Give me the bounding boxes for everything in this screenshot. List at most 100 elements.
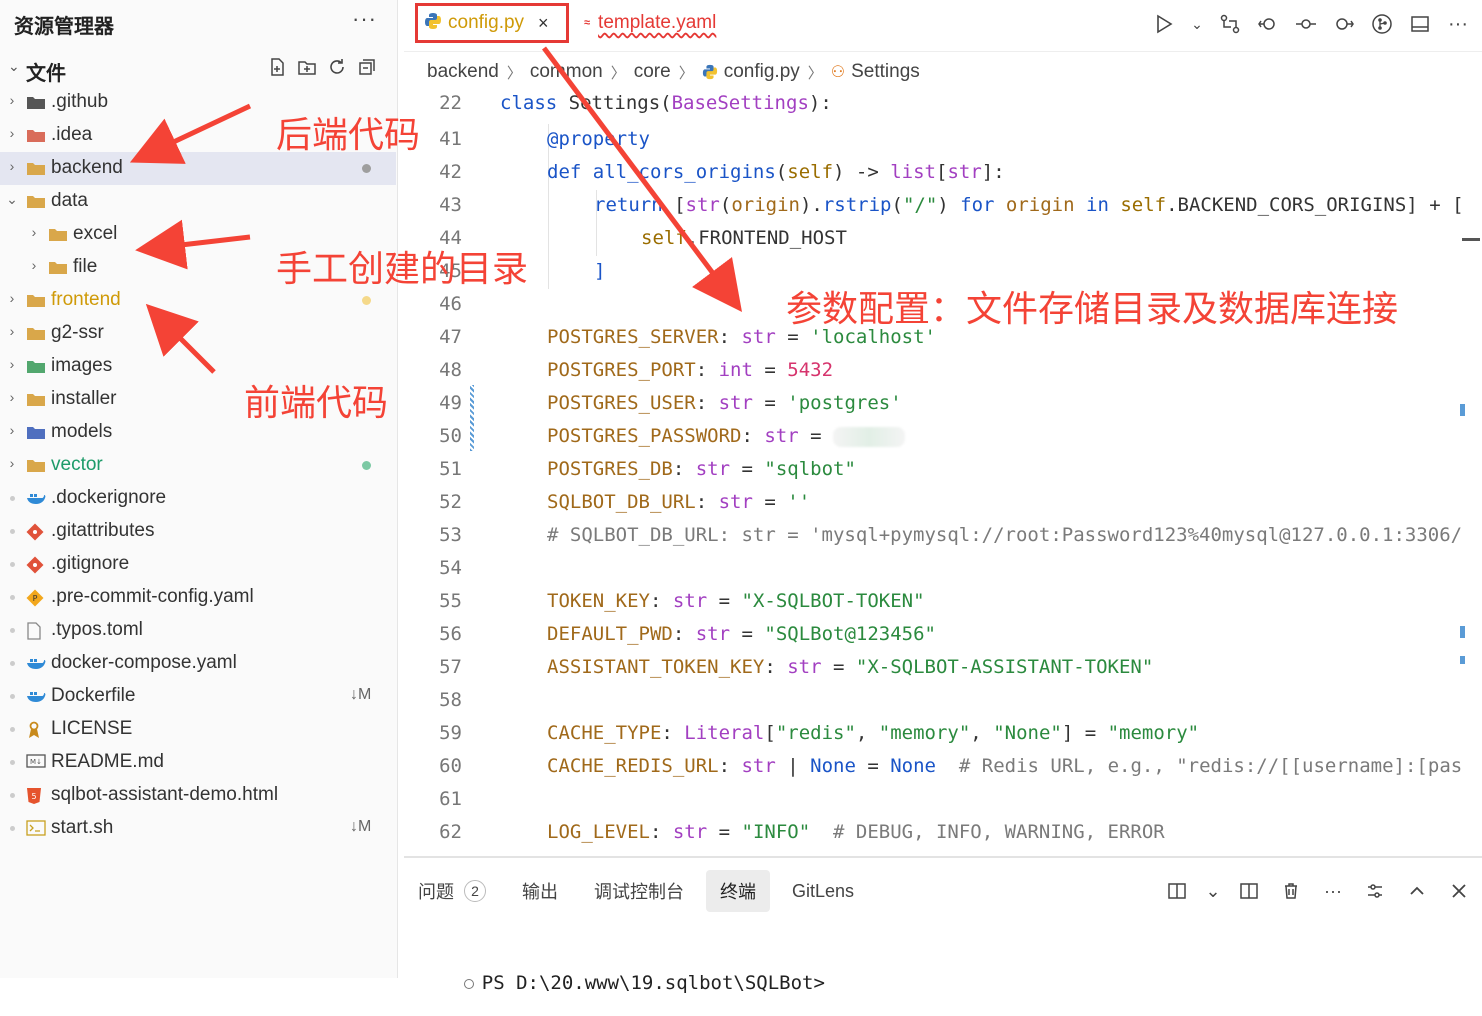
- code-token: str: [741, 755, 776, 777]
- code-token: ) ->: [833, 161, 891, 183]
- commit-icon[interactable]: [1294, 10, 1318, 38]
- code-line[interactable]: 54: [404, 553, 1482, 586]
- breadcrumb-item[interactable]: config.py: [724, 61, 800, 83]
- folder-icon: [26, 424, 45, 440]
- code-line[interactable]: 56 DEFAULT_PWD: str = "SQLBot@123456": [404, 619, 1482, 652]
- tree-item-label: g2-ssr: [51, 322, 104, 343]
- breadcrumb-item[interactable]: backend: [427, 61, 499, 83]
- file-license[interactable]: LICENSE: [0, 713, 396, 746]
- timeline-back-icon[interactable]: [1256, 10, 1280, 38]
- more-actions-icon[interactable]: ···: [352, 6, 377, 32]
- compare-changes-icon[interactable]: [1218, 10, 1242, 38]
- tab-label: config.py: [448, 12, 525, 33]
- close-icon[interactable]: ×: [538, 13, 549, 34]
- code-line[interactable]: 50 POSTGRES_PASSWORD: str =: [404, 421, 1482, 454]
- code-token: =: [730, 458, 765, 480]
- run-icon[interactable]: [1152, 10, 1176, 38]
- code-line[interactable]: 44 self.FRONTEND_HOST: [404, 223, 1482, 256]
- file-gitignore[interactable]: .gitignore: [0, 548, 396, 581]
- code-line[interactable]: 22 class Settings(BaseSettings):: [404, 88, 1482, 121]
- refresh-icon[interactable]: [326, 56, 348, 78]
- code-line[interactable]: 48 POSTGRES_PORT: int = 5432: [404, 355, 1482, 388]
- gitlens-graph-icon[interactable]: [1370, 10, 1394, 38]
- code-line[interactable]: 53 # SQLBOT_DB_URL: str = 'mysql+pymysql:…: [404, 520, 1482, 553]
- code-line[interactable]: 62 LOG_LEVEL: str = "INFO" # DEBUG, INFO,…: [404, 817, 1482, 850]
- file-pre-commit-config-yaml[interactable]: P .pre-commit-config.yaml: [0, 581, 396, 614]
- code-text: SQLBOT_DB_URL: str = '': [547, 491, 810, 513]
- terminal-layout-icon[interactable]: [1164, 878, 1190, 904]
- tab-template-yaml[interactable]: ≈ template.yaml: [584, 3, 716, 43]
- file-typos-toml[interactable]: .typos.toml: [0, 614, 396, 647]
- trash-icon[interactable]: [1278, 878, 1304, 904]
- line-number: 53: [439, 524, 462, 546]
- split-editor-icon[interactable]: [1408, 10, 1432, 38]
- tab-config-py[interactable]: config.py ×: [415, 3, 569, 43]
- more-actions-icon[interactable]: ···: [1446, 10, 1470, 38]
- close-panel-icon[interactable]: [1446, 878, 1472, 904]
- breadcrumb-item[interactable]: common: [530, 61, 603, 83]
- folder-g2-ssr[interactable]: › g2-ssr: [0, 317, 396, 350]
- code-line[interactable]: 52 SQLBOT_DB_URL: str = '': [404, 487, 1482, 520]
- file-readme-md[interactable]: M↓ README.md: [0, 746, 396, 779]
- code-line[interactable]: 41 @property: [404, 124, 1482, 157]
- docker-icon: [26, 490, 46, 506]
- panel-tab[interactable]: GitLens: [778, 873, 868, 910]
- code-token: =: [821, 656, 856, 678]
- new-file-icon[interactable]: [266, 56, 288, 78]
- file-start-sh[interactable]: start.sh ↓M: [0, 812, 396, 845]
- code-line[interactable]: 58: [404, 685, 1482, 718]
- code-token: :: [695, 491, 719, 513]
- more-actions-icon[interactable]: ···: [1320, 878, 1346, 904]
- code-line[interactable]: 51 POSTGRES_DB: str = "sqlbot": [404, 454, 1482, 487]
- panel-settings-icon[interactable]: [1362, 878, 1388, 904]
- bullet-icon: [10, 595, 15, 600]
- file-gitattributes[interactable]: .gitattributes: [0, 515, 396, 548]
- files-section-header[interactable]: ⌄ 文件: [0, 56, 398, 85]
- timeline-forward-icon[interactable]: [1332, 10, 1356, 38]
- code-token: str: [764, 425, 799, 447]
- maximize-panel-icon[interactable]: [1404, 878, 1430, 904]
- code-token: BaseSettings: [671, 92, 809, 114]
- tree-item-label: .dockerignore: [51, 487, 167, 508]
- code-token: "memory": [878, 722, 971, 744]
- file-dockerfile[interactable]: Dockerfile ↓M: [0, 680, 396, 713]
- code-token: str: [695, 458, 731, 480]
- chevron-down-icon[interactable]: ⌄: [1205, 878, 1220, 904]
- files-section-title: 文件: [26, 63, 66, 85]
- overview-ruler-marker: [1462, 238, 1480, 241]
- code-line[interactable]: 49 POSTGRES_USER: str = 'postgres': [404, 388, 1482, 421]
- panel-tab[interactable]: 调试控制台: [580, 870, 698, 912]
- code-token: =: [752, 392, 788, 414]
- annotation-config: 参数配置：文件存储目录及数据库连接: [786, 289, 1399, 330]
- file-docker-compose-yaml[interactable]: docker-compose.yaml: [0, 647, 396, 680]
- panel-tab[interactable]: 终端: [706, 870, 770, 912]
- chevron-down-icon: ⌄: [8, 58, 20, 74]
- code-line[interactable]: 57 ASSISTANT_TOKEN_KEY: str = "X-SQLBOT-A…: [404, 652, 1482, 685]
- code-line[interactable]: 43 return [str(origin).rstrip("/") for or…: [404, 190, 1482, 223]
- panel-tab[interactable]: 输出: [508, 870, 572, 912]
- breadcrumb-item[interactable]: core: [634, 61, 671, 83]
- code-token: str: [672, 821, 708, 843]
- split-terminal-icon[interactable]: [1236, 878, 1262, 904]
- code-line[interactable]: 61: [404, 784, 1482, 817]
- line-number: 51: [439, 458, 462, 480]
- code-line[interactable]: 59 CACHE_TYPE: Literal["redis", "memory",…: [404, 718, 1482, 751]
- code-token: =: [707, 821, 742, 843]
- terminal-output[interactable]: PS D:\20.www\19.sqlbot\SQLBot>: [418, 950, 825, 1016]
- code-text: @property: [547, 128, 650, 150]
- code-line[interactable]: 55 TOKEN_KEY: str = "X-SQLBOT-TOKEN": [404, 586, 1482, 619]
- file-sqlbot-assistant-demo-html[interactable]: 5 sqlbot-assistant-demo.html: [0, 779, 396, 812]
- new-folder-icon[interactable]: [296, 56, 318, 78]
- folder-vector[interactable]: › vector: [0, 449, 396, 482]
- breadcrumb-item[interactable]: Settings: [851, 61, 920, 83]
- file-dockerignore[interactable]: .dockerignore: [0, 482, 396, 515]
- code-line[interactable]: 60 CACHE_REDIS_URL: str | None = None # R…: [404, 751, 1482, 784]
- chevron-down-icon[interactable]: ⌄: [1190, 10, 1204, 38]
- code-token: self: [1120, 194, 1167, 216]
- collapse-all-icon[interactable]: [356, 56, 378, 78]
- panel-tab[interactable]: 问题 2: [404, 870, 500, 912]
- tab-label: template.yaml: [598, 12, 717, 33]
- code-line[interactable]: 42 def all_cors_origins(self) -> list[str…: [404, 157, 1482, 190]
- code-editor[interactable]: 22 class Settings(BaseSettings): 41 @proper…: [404, 88, 1482, 853]
- folder-data[interactable]: ⌄ data: [0, 185, 396, 218]
